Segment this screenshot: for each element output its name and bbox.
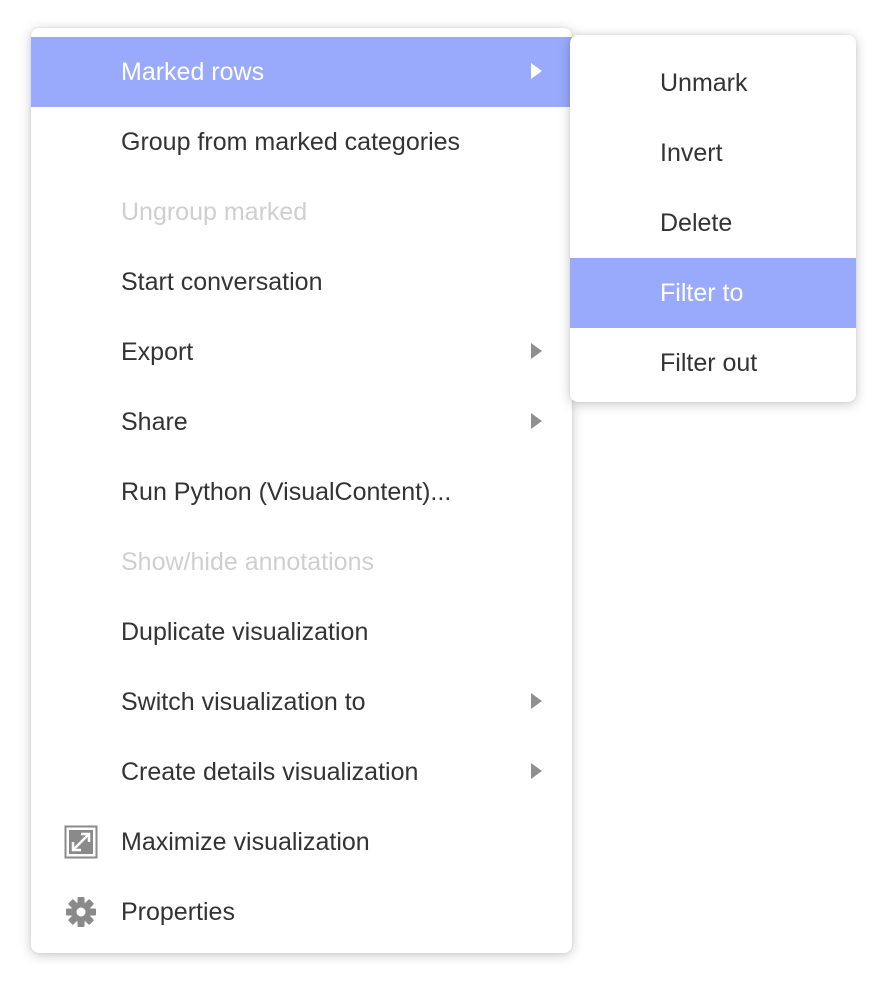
submenu-item-filter-out[interactable]: Filter out — [570, 328, 856, 398]
menu-item-label: Maximize visualization — [121, 828, 370, 856]
menu-item-label: Delete — [660, 209, 733, 237]
menu-item-duplicate-visualization[interactable]: Duplicate visualization — [31, 597, 572, 667]
menu-item-label: Filter out — [660, 349, 758, 377]
menu-item-label: Share — [121, 408, 188, 436]
menu-item-label: Invert — [660, 139, 723, 167]
menu-item-maximize-visualization[interactable]: Maximize visualization — [31, 807, 572, 877]
menu-item-switch-visualization[interactable]: Switch visualization to — [31, 667, 572, 737]
context-menu: Marked rows Group from marked categories… — [31, 28, 572, 953]
submenu-item-unmark[interactable]: Unmark — [570, 48, 856, 118]
menu-item-group-from-marked-categories[interactable]: Group from marked categories — [31, 107, 572, 177]
gear-icon — [64, 895, 98, 929]
submenu-arrow-icon — [531, 343, 542, 359]
menu-item-label: Show/hide annotations — [121, 548, 374, 576]
menu-item-label: Create details visualization — [121, 758, 419, 786]
menu-item-start-conversation[interactable]: Start conversation — [31, 247, 572, 317]
menu-item-label: Marked rows — [121, 58, 265, 86]
submenu-arrow-icon — [531, 763, 542, 779]
menu-item-export[interactable]: Export — [31, 317, 572, 387]
menu-item-marked-rows[interactable]: Marked rows — [31, 37, 572, 107]
menu-item-label: Group from marked categories — [121, 128, 461, 156]
submenu-arrow-icon — [531, 63, 542, 79]
submenu-item-filter-to[interactable]: Filter to — [570, 258, 856, 328]
menu-item-label: Export — [121, 338, 194, 366]
maximize-icon — [64, 825, 98, 859]
menu-item-properties[interactable]: Properties — [31, 877, 572, 947]
menu-item-label: Unmark — [660, 69, 748, 97]
submenu-arrow-icon — [531, 413, 542, 429]
menu-item-label: Switch visualization to — [121, 688, 366, 716]
menu-item-label: Properties — [121, 898, 235, 926]
submenu-arrow-icon — [531, 693, 542, 709]
submenu-item-invert[interactable]: Invert — [570, 118, 856, 188]
menu-item-run-python[interactable]: Run Python (VisualContent)... — [31, 457, 572, 527]
menu-item-label: Filter to — [660, 279, 744, 307]
submenu-marked-rows: Unmark Invert Delete Filter to Filter ou… — [570, 35, 856, 402]
submenu-item-delete[interactable]: Delete — [570, 188, 856, 258]
menu-item-label: Ungroup marked — [121, 198, 308, 226]
menu-item-ungroup-marked: Ungroup marked — [31, 177, 572, 247]
menu-item-label: Start conversation — [121, 268, 323, 296]
menu-item-label: Duplicate visualization — [121, 618, 369, 646]
menu-item-show-hide-annotations: Show/hide annotations — [31, 527, 572, 597]
menu-item-create-details-visualization[interactable]: Create details visualization — [31, 737, 572, 807]
menu-item-label: Run Python (VisualContent)... — [121, 478, 452, 506]
menu-item-share[interactable]: Share — [31, 387, 572, 457]
